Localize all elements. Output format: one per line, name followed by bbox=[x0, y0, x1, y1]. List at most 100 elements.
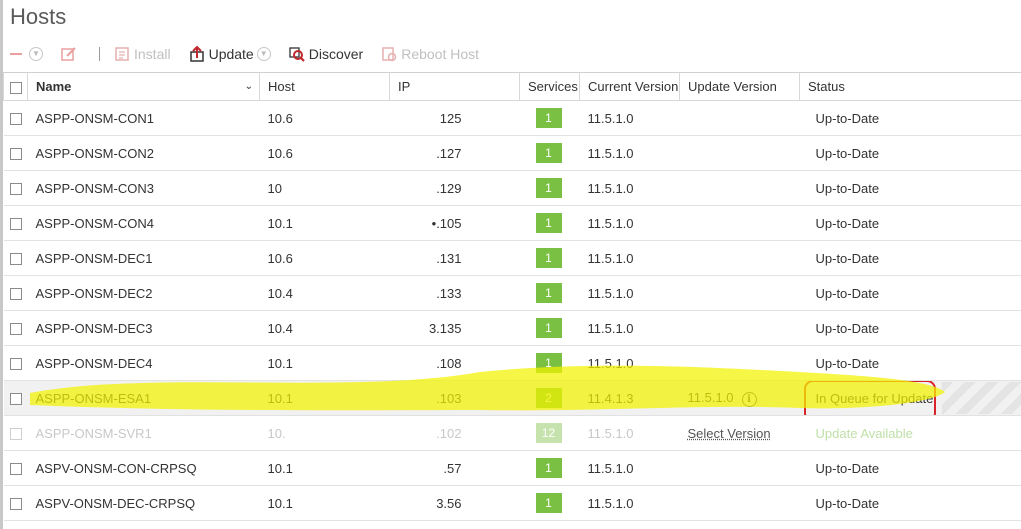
status-text: Update Available bbox=[808, 426, 913, 441]
cell-services: 1 bbox=[520, 311, 580, 346]
services-badge[interactable]: 1 bbox=[536, 318, 562, 338]
cell-ip: .57 bbox=[390, 451, 520, 486]
cell-name: ASPP-ONSM-DEC3 bbox=[28, 311, 260, 346]
column-header-label: Current Version bbox=[588, 79, 678, 94]
cell-name: ASPP-ONSM-CON3 bbox=[28, 171, 260, 206]
row-select-cell bbox=[4, 101, 28, 136]
status-text: Up-to-Date bbox=[808, 286, 880, 301]
services-badge[interactable]: 1 bbox=[536, 178, 562, 198]
status-text: Up-to-Date bbox=[808, 181, 880, 196]
edit-icon bbox=[61, 46, 77, 62]
chevron-down-icon: ▼ bbox=[257, 47, 271, 61]
cell-services: 2 bbox=[520, 381, 580, 416]
column-header-update-version[interactable]: Update Version bbox=[680, 73, 800, 101]
row-checkbox[interactable] bbox=[10, 113, 22, 125]
row-checkbox[interactable] bbox=[10, 393, 22, 405]
cell-current-version: 11.5.1.0 bbox=[580, 311, 680, 346]
row-select-cell bbox=[4, 381, 28, 416]
status-text: Up-to-Date bbox=[808, 321, 880, 336]
select-all-cell bbox=[4, 73, 28, 101]
table-row-selected[interactable]: ASPP-ONSM-ESA1 10.1 .103 2 11.4.1.3 11.5… bbox=[4, 381, 1021, 416]
column-header-host[interactable]: Host bbox=[260, 73, 390, 101]
services-badge[interactable]: 1 bbox=[536, 458, 562, 478]
info-icon[interactable]: i bbox=[742, 392, 757, 407]
cell-ip: .108 bbox=[390, 346, 520, 381]
sort-chevron-icon[interactable]: ⌄ bbox=[245, 81, 253, 92]
cell-update-version bbox=[680, 136, 800, 171]
table-row[interactable]: ASPV-ONSM-CON-CRPSQ 10.1 .57 1 11.5.1.0 … bbox=[4, 451, 1021, 486]
cell-current-version: 11.5.1.0 bbox=[580, 416, 680, 451]
cell-current-version: 11.5.1.0 bbox=[580, 276, 680, 311]
services-badge[interactable]: 1 bbox=[536, 353, 562, 373]
cell-host: 10.6 bbox=[260, 136, 390, 171]
discover-button[interactable]: Discover bbox=[289, 46, 363, 62]
row-checkbox[interactable] bbox=[10, 148, 22, 160]
table-row[interactable]: ASPP-ONSM-CON3 10 .129 1 11.5.1.0 Up-to-… bbox=[4, 171, 1021, 206]
edit-button[interactable] bbox=[61, 46, 81, 62]
table-row[interactable]: ASPP-ONSM-DEC4 10.1 .108 1 11.5.1.0 Up-t… bbox=[4, 346, 1021, 381]
services-badge[interactable]: 1 bbox=[536, 248, 562, 268]
services-badge[interactable]: 2 bbox=[536, 388, 562, 408]
cell-services: 1 bbox=[520, 136, 580, 171]
row-checkbox[interactable] bbox=[10, 463, 22, 475]
cell-ip: .127 bbox=[390, 136, 520, 171]
services-badge[interactable]: 1 bbox=[536, 143, 562, 163]
services-badge[interactable]: 1 bbox=[536, 493, 562, 513]
row-checkbox[interactable] bbox=[10, 218, 22, 230]
column-header-services[interactable]: Services bbox=[520, 73, 580, 101]
services-badge[interactable]: 1 bbox=[536, 108, 562, 128]
status-text: Up-to-Date bbox=[808, 496, 880, 511]
update-button[interactable]: Update ▼ bbox=[189, 46, 271, 62]
cell-services: 1 bbox=[520, 101, 580, 136]
status-text: In Queue for Update bbox=[810, 387, 940, 410]
cell-name: ASPV-ONSM-CON-CRPSQ bbox=[28, 451, 260, 486]
install-button[interactable]: Install bbox=[114, 46, 171, 62]
row-select-cell bbox=[4, 206, 28, 241]
status-text: Up-to-Date bbox=[808, 216, 880, 231]
remove-button[interactable]: ▼ bbox=[10, 47, 43, 61]
table-row[interactable]: ASPP-ONSM-CON4 10.1 •.105 1 11.5.1.0 Up-… bbox=[4, 206, 1021, 241]
row-select-cell bbox=[4, 451, 28, 486]
row-select-cell bbox=[4, 346, 28, 381]
cell-update-version bbox=[680, 101, 800, 136]
table-row[interactable]: ASPP-ONSM-DEC3 10.4 3.135 1 11.5.1.0 Up-… bbox=[4, 311, 1021, 346]
row-checkbox[interactable] bbox=[10, 323, 22, 335]
table-row[interactable]: ASPP-ONSM-SVR1 10. .102 12 11.5.1.0 Sele… bbox=[4, 416, 1021, 451]
row-checkbox[interactable] bbox=[10, 428, 22, 440]
table-row[interactable]: ASPP-ONSM-CON1 10.6 125 1 11.5.1.0 Up-to… bbox=[4, 101, 1021, 136]
cell-services: 1 bbox=[520, 206, 580, 241]
cell-status: In Queue for Update bbox=[800, 381, 1021, 416]
table-row[interactable]: ASPP-ONSM-DEC2 10.4 .133 1 11.5.1.0 Up-t… bbox=[4, 276, 1021, 311]
cell-services: 1 bbox=[520, 241, 580, 276]
column-header-current-version[interactable]: Current Version bbox=[580, 73, 680, 101]
column-header-label: Host bbox=[268, 79, 295, 94]
cell-current-version: 11.5.1.0 bbox=[580, 136, 680, 171]
cell-services: 1 bbox=[520, 451, 580, 486]
row-checkbox[interactable] bbox=[10, 358, 22, 370]
status-text: Up-to-Date bbox=[808, 251, 880, 266]
column-header-label: IP bbox=[398, 79, 410, 94]
row-checkbox[interactable] bbox=[10, 183, 22, 195]
cell-current-version: 11.5.1.0 bbox=[580, 346, 680, 381]
cell-status: Up-to-Date bbox=[800, 451, 1021, 486]
row-checkbox[interactable] bbox=[10, 288, 22, 300]
select-all-checkbox[interactable] bbox=[10, 82, 22, 94]
column-header-ip[interactable]: IP bbox=[390, 73, 520, 101]
cell-current-version: 11.5.1.0 bbox=[580, 171, 680, 206]
reboot-host-button[interactable]: Reboot Host bbox=[381, 46, 479, 62]
column-header-name[interactable]: Name ⌄ bbox=[28, 73, 260, 101]
cell-ip: 3.135 bbox=[390, 311, 520, 346]
services-badge[interactable]: 12 bbox=[536, 423, 562, 443]
services-badge[interactable]: 1 bbox=[536, 213, 562, 233]
services-badge[interactable]: 1 bbox=[536, 283, 562, 303]
cell-status: Up-to-Date bbox=[800, 486, 1021, 521]
cell-update-version bbox=[680, 241, 800, 276]
table-row[interactable]: ASPV-ONSM-DEC-CRPSQ 10.1 3.56 1 11.5.1.0… bbox=[4, 486, 1021, 521]
cell-update-version bbox=[680, 171, 800, 206]
row-checkbox[interactable] bbox=[10, 498, 22, 510]
select-version-link[interactable]: Select Version bbox=[688, 426, 771, 441]
column-header-status[interactable]: Status bbox=[800, 73, 1021, 101]
table-row[interactable]: ASPP-ONSM-DEC1 10.6 .131 1 11.5.1.0 Up-t… bbox=[4, 241, 1021, 276]
row-checkbox[interactable] bbox=[10, 253, 22, 265]
table-row[interactable]: ASPP-ONSM-CON2 10.6 .127 1 11.5.1.0 Up-t… bbox=[4, 136, 1021, 171]
